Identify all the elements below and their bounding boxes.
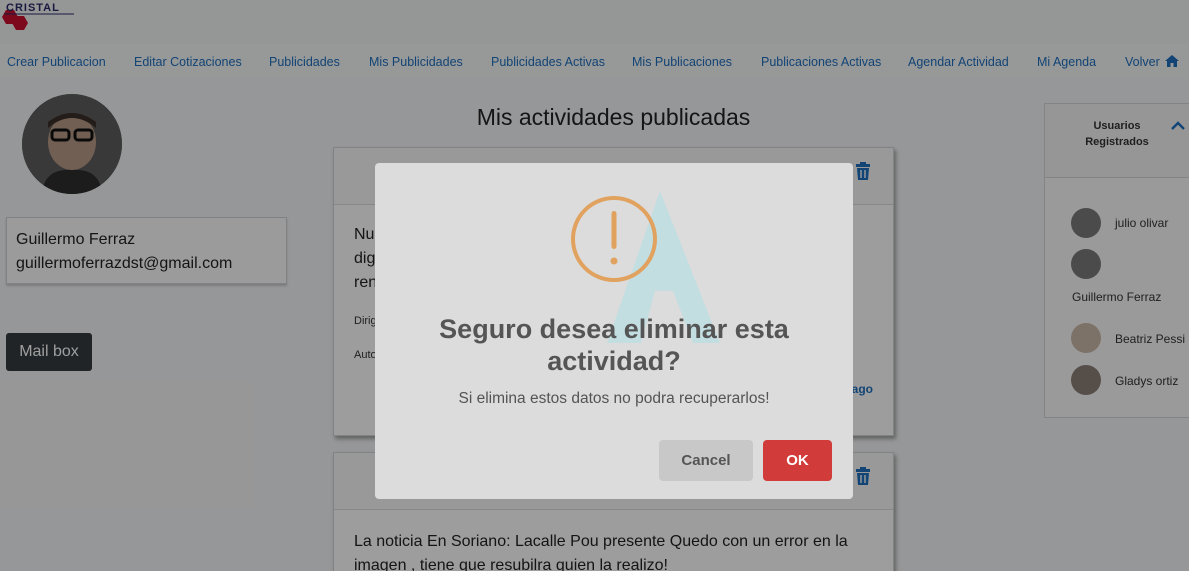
dialog-title: Seguro desea eliminar esta actividad? (439, 314, 789, 376)
cancel-button[interactable]: Cancel (659, 440, 753, 481)
ok-button[interactable]: OK (763, 440, 832, 481)
dialog-message: Si elimina estos datos no podra recupera… (458, 390, 770, 407)
confirm-dialog: Seguro desea eliminar esta actividad? Si… (375, 163, 853, 499)
warning-icon (571, 196, 657, 282)
